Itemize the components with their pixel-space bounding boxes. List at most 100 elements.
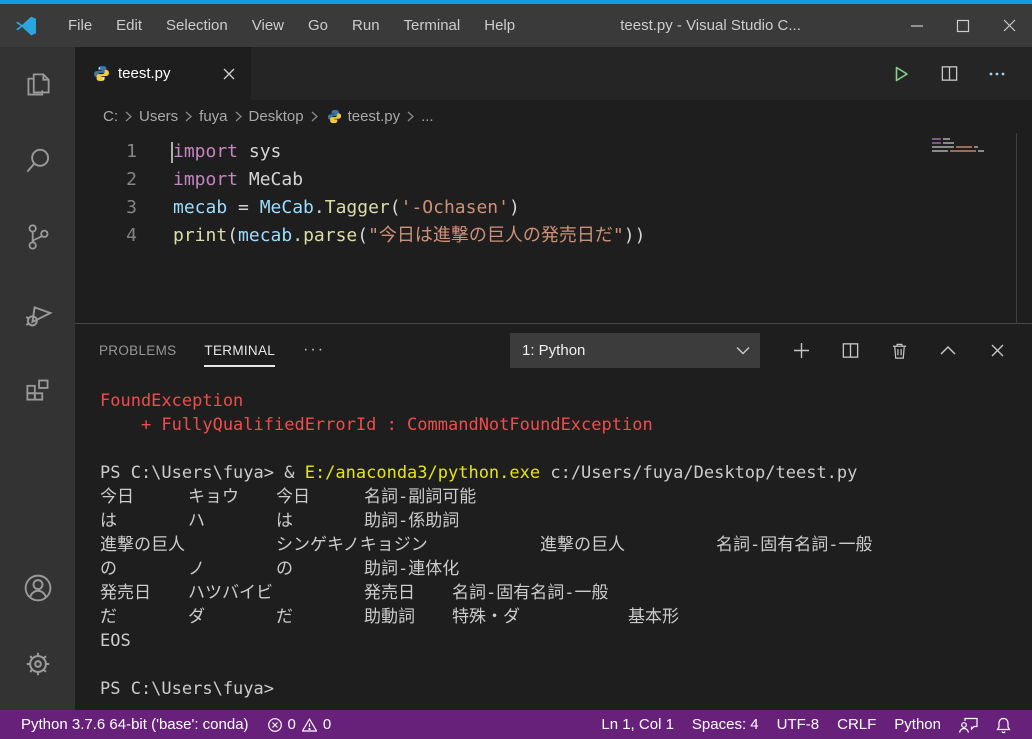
menu-file[interactable]: File [56,4,104,47]
cursor-position-status[interactable]: Ln 1, Col 1 [592,710,683,739]
tab-problems[interactable]: PROBLEMS [99,324,176,376]
run-debug-icon[interactable] [0,275,75,351]
menu-go[interactable]: Go [296,4,340,47]
terminal-output[interactable]: FoundException + FullyQualifiedErrorId :… [75,376,1032,710]
terminal-table-cell: 今日 [100,485,134,509]
terminal-table-cell: 進撃の巨人 [540,533,625,557]
code-token: mecab [238,225,292,246]
python-file-icon [327,109,342,124]
menu-view[interactable]: View [240,4,296,47]
chevron-right-icon [406,111,415,122]
minimap[interactable] [932,138,992,154]
window-title: teest.py - Visual Studio C... [620,17,801,34]
account-icon[interactable] [0,550,75,626]
terminal-prompt: PS C:\Users\fuya> & [100,463,305,483]
panel: PROBLEMS TERMINAL ··· 1: Python [75,323,1032,710]
split-terminal-button[interactable] [839,339,861,361]
code-token: ) [509,197,520,218]
breadcrumb-users[interactable]: Users [137,108,180,125]
code-line-2: 2 import MeCab [75,166,1032,194]
python-interpreter-status[interactable]: Python 3.7.6 64-bit ('base': conda) [12,710,258,739]
close-panel-button[interactable] [986,339,1008,361]
python-file-icon [93,65,110,82]
code-token: . [292,225,303,246]
terminal-dropdown[interactable]: 1: Python [510,333,760,368]
line-number: 1 [75,138,137,166]
terminal-table-row: 今日キョウ今日名詞-副詞可能 [100,485,1032,509]
text-cursor [171,142,173,163]
terminal-table-cell: 基本形 [628,605,679,629]
feedback-icon[interactable] [950,710,987,739]
minimize-button[interactable] [894,4,940,47]
language-mode-status[interactable]: Python [885,710,950,739]
terminal-table-cell: キョウ [188,485,239,509]
terminal-exe-path: E:/anaconda3/python.exe [305,463,540,483]
breadcrumb-desktop[interactable]: Desktop [247,108,306,125]
code-token: ( [390,197,401,218]
new-terminal-button[interactable] [790,339,812,361]
terminal-table-cell: 助動詞 [364,605,415,629]
code-editor[interactable]: 1 import sys 2 import MeCab 3 mecab = Me… [75,133,1032,323]
terminal-table-cell: の [276,557,293,581]
source-control-icon[interactable] [0,199,75,275]
terminal-table-row: 進撃の巨人シンゲキノキョジン進撃の巨人名詞-固有名詞-一般 [100,533,1032,557]
maximize-panel-button[interactable] [937,339,959,361]
vscode-logo-icon [14,13,40,39]
terminal-table-cell: は [100,509,117,533]
extensions-icon[interactable] [0,351,75,427]
breadcrumb-fuya[interactable]: fuya [197,108,229,125]
kill-terminal-trash-icon[interactable] [888,339,910,361]
encoding-status[interactable]: UTF-8 [768,710,829,739]
menu-edit[interactable]: Edit [104,4,154,47]
panel-header: PROBLEMS TERMINAL ··· 1: Python [75,324,1032,376]
code-line-4: 4 print(mecab.parse("今日は進撃の巨人の発売日だ")) [75,222,1032,250]
settings-gear-icon[interactable] [0,626,75,702]
error-icon [267,717,283,733]
eol-status[interactable]: CRLF [828,710,885,739]
explorer-icon[interactable] [0,47,75,123]
breadcrumb-file[interactable]: teest.py [346,108,403,125]
maximize-button[interactable] [940,4,986,47]
indentation-status[interactable]: Spaces: 4 [683,710,768,739]
code-token: parse [303,225,357,246]
code-token: mecab [173,197,227,218]
tab-teest-py[interactable]: teest.py [75,47,251,100]
notifications-bell-icon[interactable] [987,710,1020,739]
code-token: '-Ochasen' [401,197,509,218]
split-editor-button[interactable] [938,63,960,85]
terminal-table-cell: 助詞-係助詞 [364,509,459,533]
chevron-down-icon [736,346,750,355]
menu-run[interactable]: Run [340,4,392,47]
terminal-table-cell: は [276,509,293,533]
menu-selection[interactable]: Selection [154,4,240,47]
code-token: ( [227,225,238,246]
terminal-table-row: のノの助詞-連体化 [100,557,1032,581]
breadcrumb: C: Users fuya Desktop teest.py ... [75,100,1032,133]
menu-terminal[interactable]: Terminal [392,4,473,47]
code-line-3: 3 mecab = MeCab.Tagger('-Ochasen') [75,194,1032,222]
line-number: 3 [75,194,137,222]
tab-close-icon[interactable] [219,64,239,84]
terminal-table-cell: 発売日 [100,581,151,605]
more-actions-button[interactable] [986,63,1008,85]
line-number: 4 [75,222,137,250]
problems-status[interactable]: 0 0 [258,710,341,739]
breadcrumb-more[interactable]: ... [419,108,436,125]
status-bar: Python 3.7.6 64-bit ('base': conda) 0 0 … [0,710,1032,739]
close-window-button[interactable] [986,4,1032,47]
tab-bar: teest.py [75,47,1032,100]
terminal-table-cell: ハ [188,509,205,533]
code-token: print [173,225,227,246]
terminal-eos-line: EOS [100,629,1032,653]
terminal-table-cell: 進撃の巨人 [100,533,185,557]
tab-terminal[interactable]: TERMINAL [204,324,275,376]
run-button[interactable] [890,63,912,85]
search-icon[interactable] [0,123,75,199]
menu-help[interactable]: Help [472,4,527,47]
breadcrumb-drive[interactable]: C: [101,108,120,125]
code-token: MeCab [238,169,303,190]
terminal-table-row: は ハ は 助詞-係助詞 [100,509,1032,533]
panel-more-actions-button[interactable]: ··· [303,341,325,359]
terminal-dropdown-value: 1: Python [522,342,585,359]
warning-count: 0 [323,716,331,733]
